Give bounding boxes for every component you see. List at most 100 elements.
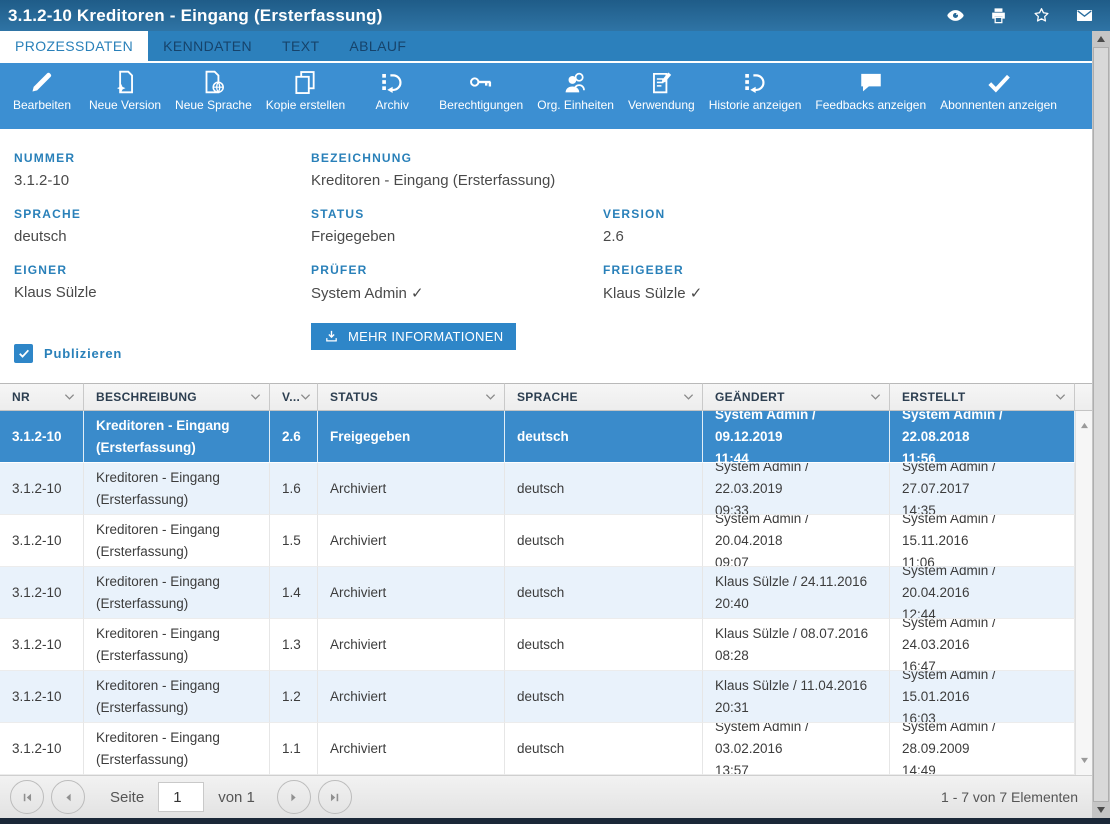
table-row[interactable]: 3.1.2-10Kreditoren - Eingang(Ersterfassu…	[0, 567, 1075, 619]
toolbar-org-einheiten[interactable]: Org. Einheiten	[530, 69, 621, 126]
column-header-geaendert[interactable]: GEÄNDERT	[703, 383, 890, 411]
cell-erstellt: System Admin / 15.01.201616:03	[890, 671, 1075, 723]
chevron-down-icon[interactable]	[64, 393, 75, 401]
scroll-up-icon[interactable]	[1076, 417, 1092, 434]
page-of-label: von 1	[218, 789, 255, 806]
scroll-up-icon[interactable]	[1092, 31, 1110, 47]
scrollbar-thumb[interactable]	[1093, 47, 1109, 802]
chevron-down-icon[interactable]	[300, 393, 311, 401]
field-nummer: NUMMER 3.1.2-10	[14, 151, 311, 207]
field-value: 2.6	[603, 228, 1092, 245]
field-value: System Admin ✓	[311, 284, 603, 302]
scroll-down-icon[interactable]	[1076, 752, 1092, 769]
cell-geaendert: System Admin / 09.12.201911:44	[703, 411, 890, 463]
more-information-button[interactable]: MEHR INFORMATIONEN	[311, 323, 516, 350]
window-scrollbar[interactable]	[1092, 31, 1110, 818]
chevron-down-icon[interactable]	[683, 393, 694, 401]
field-label: STATUS	[311, 207, 603, 221]
tab-prozessdaten[interactable]: PROZESSDATEN	[0, 31, 148, 61]
column-label: STATUS	[330, 390, 378, 404]
tab-ablauf[interactable]: ABLAUF	[334, 31, 421, 61]
cell-version: 1.3	[270, 619, 318, 671]
window-bottom-edge	[0, 818, 1110, 824]
field-value: Freigegeben	[311, 228, 603, 245]
column-header-status[interactable]: STATUS	[318, 383, 505, 411]
cell-erstellt: System Admin / 24.03.201616:47	[890, 619, 1075, 671]
toolbar-label: Neue Version	[89, 98, 161, 126]
column-label: ERSTELLT	[902, 390, 966, 404]
toolbar-bearbeiten[interactable]: Bearbeiten	[2, 69, 82, 126]
mail-icon[interactable]	[1075, 6, 1094, 25]
column-label: SPRACHE	[517, 390, 578, 404]
first-page-button[interactable]	[10, 780, 44, 814]
column-header-version[interactable]: V...	[270, 383, 318, 411]
previous-page-button[interactable]	[51, 780, 85, 814]
table-row[interactable]: 3.1.2-10Kreditoren - Eingang(Ersterfassu…	[0, 723, 1075, 775]
tab-label: ABLAUF	[349, 38, 406, 54]
pencil-icon	[29, 69, 55, 95]
cell-erstellt: System Admin / 22.08.201811:56	[890, 411, 1075, 463]
column-header-beschreibung[interactable]: BESCHREIBUNG	[84, 383, 270, 411]
cell-nr: 3.1.2-10	[0, 515, 84, 567]
toolbar-verwendung[interactable]: Verwendung	[621, 69, 702, 126]
toolbar-abonnenten-anzeigen[interactable]: Abonnenten anzeigen	[933, 69, 1064, 126]
field-label: FREIGEBER	[603, 263, 1092, 277]
page-number-input[interactable]	[158, 782, 204, 812]
table-row[interactable]: 3.1.2-10Kreditoren - Eingang(Ersterfassu…	[0, 671, 1075, 723]
last-page-button[interactable]	[318, 780, 352, 814]
field-version: VERSION 2.6	[603, 207, 1092, 263]
toolbar-label: Feedbacks anzeigen	[815, 98, 926, 126]
chevron-down-icon[interactable]	[250, 393, 261, 401]
field-bezeichnung: BEZEICHNUNG Kreditoren - Eingang (Erster…	[311, 151, 1092, 207]
page-title: 3.1.2-10 Kreditoren - Eingang (Ersterfas…	[0, 6, 383, 26]
toolbar-kopie-erstellen[interactable]: Kopie erstellen	[259, 69, 352, 126]
toolbar-berechtigungen[interactable]: Berechtigungen	[432, 69, 530, 126]
column-header-erstellt[interactable]: ERSTELLT	[890, 383, 1075, 411]
toolbar-neue-sprache[interactable]: Neue Sprache	[168, 69, 259, 126]
chevron-down-icon[interactable]	[870, 393, 881, 401]
feedback-icon	[858, 69, 884, 95]
cell-nr: 3.1.2-10	[0, 411, 84, 463]
table-row[interactable]: 3.1.2-10Kreditoren - Eingang(Ersterfassu…	[0, 463, 1075, 515]
org-units-icon	[563, 69, 589, 95]
tab-kenndaten[interactable]: KENNDATEN	[148, 31, 267, 61]
next-page-button[interactable]	[277, 780, 311, 814]
column-label: BESCHREIBUNG	[96, 390, 197, 404]
table-body: 3.1.2-10Kreditoren - Eingang(Ersterfassu…	[0, 411, 1075, 775]
publish-label: Publizieren	[44, 346, 122, 361]
toolbar-historie-anzeigen[interactable]: Historie anzeigen	[702, 69, 809, 126]
cell-geaendert: Klaus Sülzle / 11.04.201620:31	[703, 671, 890, 723]
publish-checkbox[interactable]	[14, 344, 33, 363]
tab-label: PROZESSDATEN	[15, 38, 133, 54]
print-icon[interactable]	[989, 6, 1008, 25]
cell-version: 1.6	[270, 463, 318, 515]
eye-icon[interactable]	[946, 6, 965, 25]
chevron-down-icon[interactable]	[485, 393, 496, 401]
chevron-down-icon[interactable]	[1055, 393, 1066, 401]
cell-status: Archiviert	[318, 463, 505, 515]
scroll-down-icon[interactable]	[1092, 802, 1110, 818]
star-icon[interactable]	[1032, 6, 1051, 25]
column-label: V...	[282, 390, 300, 404]
table-row[interactable]: 3.1.2-10Kreditoren - Eingang(Ersterfassu…	[0, 515, 1075, 567]
table-row[interactable]: 3.1.2-10Kreditoren - Eingang(Ersterfassu…	[0, 411, 1075, 463]
cell-beschreibung: Kreditoren - Eingang(Ersterfassung)	[84, 515, 270, 567]
cell-nr: 3.1.2-10	[0, 619, 84, 671]
tab-text[interactable]: TEXT	[267, 31, 334, 61]
toolbar-neue-version[interactable]: Neue Version	[82, 69, 168, 126]
cell-status: Archiviert	[318, 515, 505, 567]
column-header-sprache[interactable]: SPRACHE	[505, 383, 703, 411]
column-header-nr[interactable]: NR	[0, 383, 84, 411]
check-icon	[986, 69, 1012, 95]
toolbar-archiv[interactable]: Archiv	[352, 69, 432, 126]
field-label: SPRACHE	[14, 207, 311, 221]
button-label: MEHR INFORMATIONEN	[348, 329, 503, 344]
cell-sprache: deutsch	[505, 671, 703, 723]
cell-status: Archiviert	[318, 723, 505, 775]
cell-geaendert: Klaus Sülzle / 08.07.201608:28	[703, 619, 890, 671]
field-sprache: SPRACHE deutsch	[14, 207, 311, 263]
toolbar-feedbacks-anzeigen[interactable]: Feedbacks anzeigen	[808, 69, 933, 126]
field-eigner: EIGNER Klaus Sülzle	[14, 263, 311, 315]
table-row[interactable]: 3.1.2-10Kreditoren - Eingang(Ersterfassu…	[0, 619, 1075, 671]
table-scrollbar[interactable]	[1075, 411, 1092, 775]
